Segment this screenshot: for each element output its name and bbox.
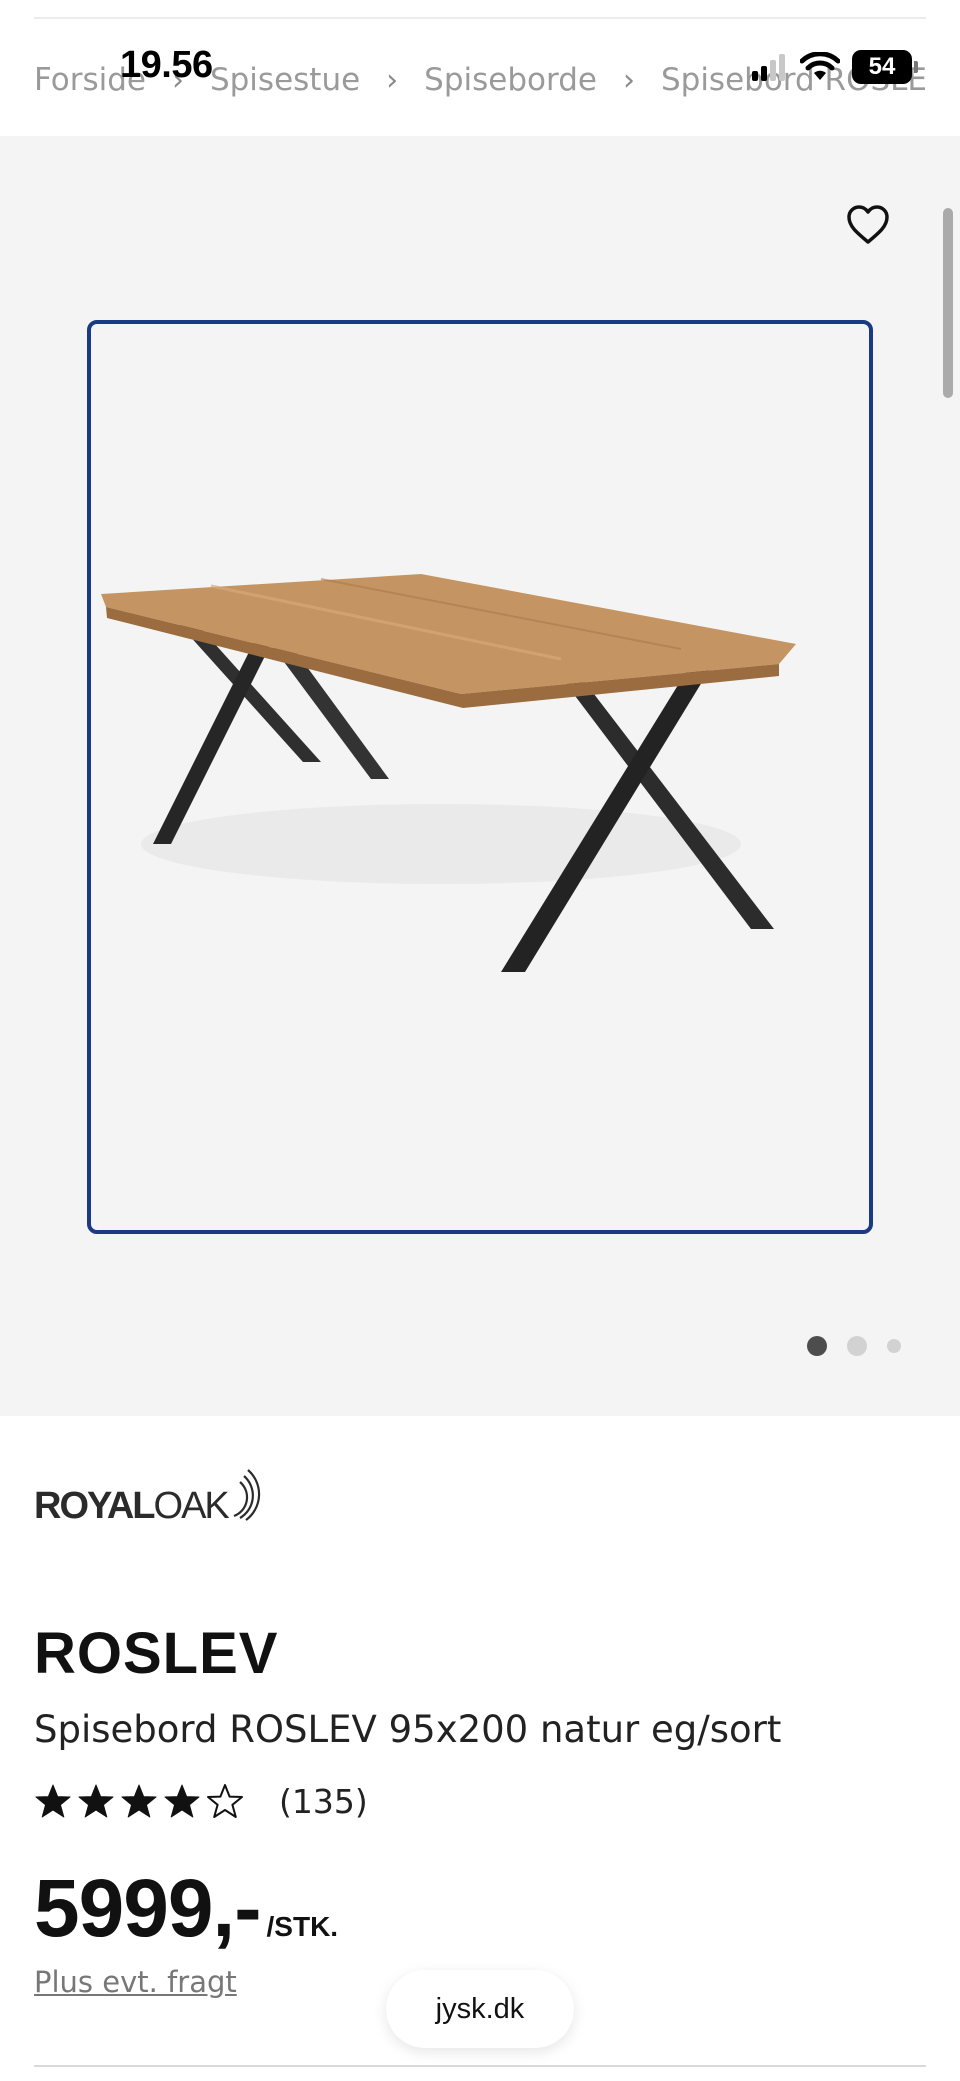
review-count[interactable]: (135) (279, 1782, 368, 1821)
rating-stars (34, 1783, 249, 1821)
brand-logo[interactable]: ROYAL OAK (34, 1468, 270, 1528)
star-filled-icon (164, 1784, 200, 1817)
product-image[interactable] (87, 320, 873, 1234)
star-filled-icon (78, 1784, 114, 1817)
product-page: Forside › Spisestue › Spiseborde › Spise… (0, 0, 960, 2081)
status-time: 19.56 (120, 44, 213, 86)
dining-table-image (101, 574, 796, 972)
brand-oak: OAK (153, 1485, 230, 1527)
pagination-dot-2[interactable] (847, 1336, 867, 1356)
gallery-pagination (807, 1336, 901, 1356)
star-filled-icon (121, 1784, 157, 1817)
pagination-dot-1[interactable] (807, 1336, 827, 1356)
favorite-button[interactable] (842, 199, 894, 251)
brand-royal: ROYAL (34, 1485, 156, 1527)
scrollbar[interactable] (943, 208, 953, 398)
royal-oak-arcs-icon (233, 1469, 260, 1521)
star-filled-icon (35, 1784, 71, 1817)
chevron-right-icon: › (622, 62, 635, 98)
wifi-icon (800, 52, 840, 80)
price-unit: /STK. (266, 1911, 339, 1942)
shipping-link[interactable]: Plus evt. fragt (34, 1965, 237, 1999)
product-rating[interactable]: (135) (34, 1782, 368, 1821)
product-gallery[interactable] (0, 136, 960, 1416)
bottom-divider (34, 2065, 926, 2067)
chevron-right-icon: › (386, 62, 399, 98)
price: 5999,- (34, 1863, 262, 1954)
browser-url-pill[interactable]: jysk.dk (386, 1970, 574, 2048)
price-row: 5999,- /STK. (34, 1862, 338, 1956)
breadcrumb-item-dining-tables[interactable]: Spiseborde (424, 62, 597, 98)
status-icons: 54 (752, 50, 918, 84)
top-divider (34, 17, 926, 19)
product-description: Spisebord ROSLEV 95x200 natur eg/sort (34, 1708, 782, 1751)
star-empty-icon (207, 1783, 243, 1818)
pagination-dot-3[interactable] (887, 1339, 901, 1353)
header: Forside › Spisestue › Spiseborde › Spise… (0, 0, 960, 136)
signal-icon (752, 54, 785, 81)
product-name: ROSLEV (34, 1621, 279, 1686)
heart-icon (847, 205, 889, 244)
battery-icon: 54 (852, 50, 918, 84)
breadcrumb-item-dining-room[interactable]: Spisestue (210, 62, 360, 98)
